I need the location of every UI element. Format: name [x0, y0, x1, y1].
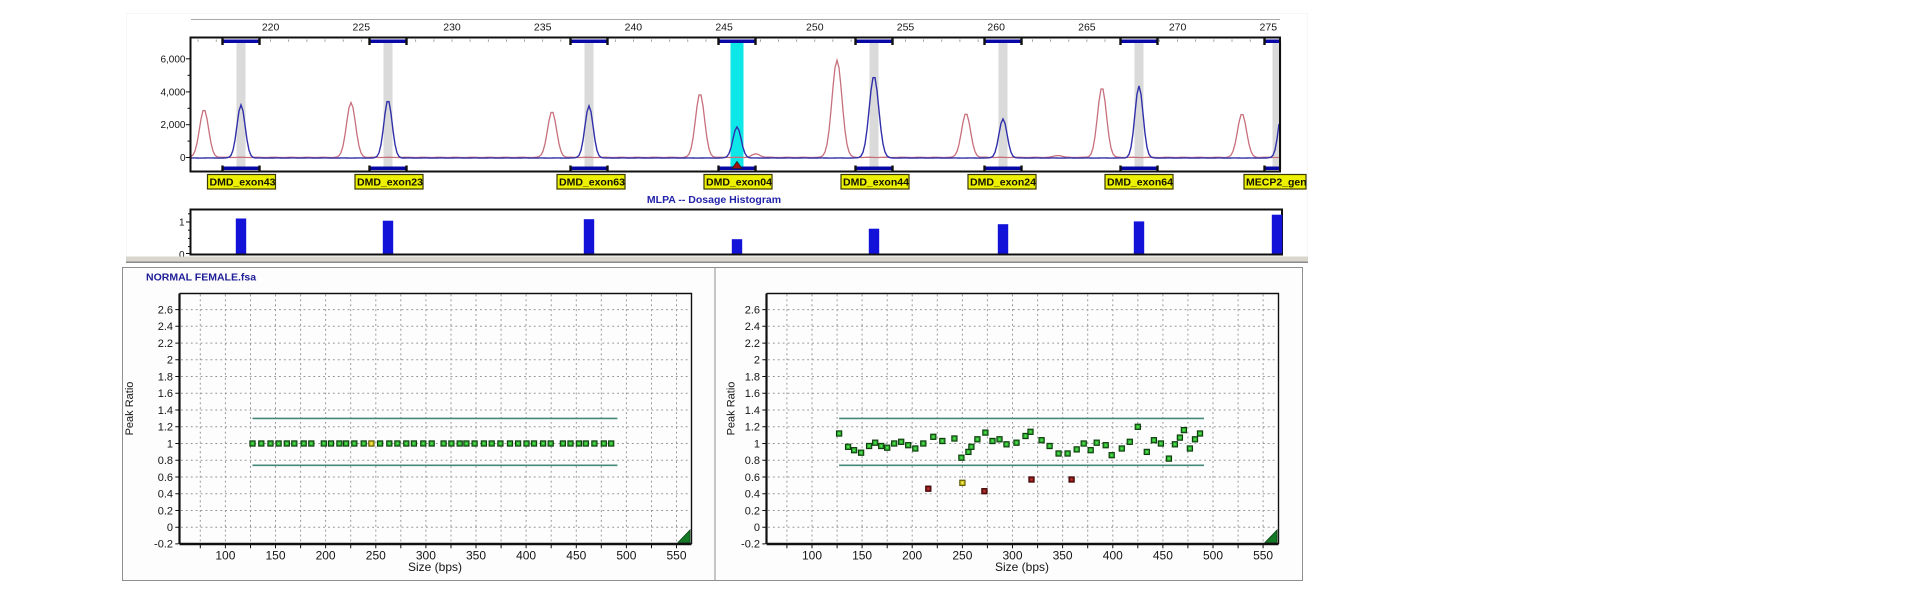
svg-text:0.2: 0.2 — [745, 505, 760, 517]
svg-text:100: 100 — [215, 548, 235, 562]
svg-text:500: 500 — [1203, 548, 1223, 562]
svg-text:240: 240 — [625, 22, 643, 34]
svg-text:250: 250 — [806, 22, 824, 34]
svg-text:1.4: 1.4 — [745, 404, 760, 416]
svg-text:200: 200 — [902, 548, 922, 562]
svg-text:2: 2 — [754, 354, 760, 366]
svg-text:400: 400 — [1103, 548, 1123, 562]
svg-text:1.8: 1.8 — [158, 371, 173, 383]
svg-text:MLPA -- Dosage Histogram: MLPA -- Dosage Histogram — [647, 194, 781, 206]
svg-text:500: 500 — [616, 548, 636, 562]
svg-text:220: 220 — [262, 22, 280, 34]
svg-text:Size (bps): Size (bps) — [995, 560, 1049, 574]
svg-text:-0.2: -0.2 — [741, 538, 760, 550]
svg-text:NORMAL FEMALE.fsa: NORMAL FEMALE.fsa — [146, 271, 256, 283]
svg-text:2.2: 2.2 — [158, 337, 173, 349]
svg-text:Peak Ratio: Peak Ratio — [726, 381, 738, 435]
svg-text:225: 225 — [353, 22, 371, 34]
svg-text:DMD_exon44: DMD_exon44 — [843, 177, 909, 189]
svg-text:1.4: 1.4 — [158, 404, 173, 416]
svg-text:Size (bps): Size (bps) — [408, 560, 462, 574]
svg-text:DMD_exon04: DMD_exon04 — [706, 177, 772, 189]
svg-text:450: 450 — [1153, 548, 1173, 562]
svg-text:350: 350 — [466, 548, 486, 562]
svg-text:275: 275 — [1260, 22, 1278, 34]
svg-text:1.6: 1.6 — [745, 388, 760, 400]
svg-text:0.6: 0.6 — [158, 471, 173, 483]
svg-text:265: 265 — [1078, 22, 1096, 34]
svg-text:6,000: 6,000 — [160, 54, 185, 65]
svg-text:1: 1 — [179, 218, 185, 229]
svg-text:DMD_exon64: DMD_exon64 — [1107, 177, 1173, 189]
svg-text:350: 350 — [1053, 548, 1073, 562]
svg-text:-0.2: -0.2 — [154, 538, 173, 550]
svg-text:150: 150 — [852, 548, 872, 562]
svg-text:DMD_exon63: DMD_exon63 — [559, 177, 625, 189]
svg-text:235: 235 — [534, 22, 552, 34]
svg-text:0: 0 — [754, 522, 760, 534]
svg-text:200: 200 — [316, 548, 336, 562]
svg-text:2.6: 2.6 — [158, 304, 173, 316]
svg-text:550: 550 — [1253, 548, 1273, 562]
svg-text:100: 100 — [802, 548, 822, 562]
svg-text:DMD_exon43: DMD_exon43 — [210, 177, 276, 189]
svg-text:Peak Ratio: Peak Ratio — [124, 381, 136, 435]
svg-text:DMD_exon24: DMD_exon24 — [970, 177, 1036, 189]
svg-text:2: 2 — [167, 354, 173, 366]
svg-text:2.6: 2.6 — [745, 304, 760, 316]
svg-text:0.6: 0.6 — [745, 471, 760, 483]
svg-text:0.4: 0.4 — [158, 488, 173, 500]
svg-text:0.4: 0.4 — [745, 488, 760, 500]
svg-text:0: 0 — [167, 522, 173, 534]
svg-text:1.2: 1.2 — [158, 421, 173, 433]
svg-text:DMD_exon23: DMD_exon23 — [357, 177, 423, 189]
svg-text:250: 250 — [366, 548, 386, 562]
svg-text:0.8: 0.8 — [158, 455, 173, 467]
svg-text:4,000: 4,000 — [160, 87, 185, 98]
svg-text:2.4: 2.4 — [158, 321, 173, 333]
svg-text:270: 270 — [1169, 22, 1187, 34]
svg-text:1.8: 1.8 — [745, 371, 760, 383]
svg-text:245: 245 — [715, 22, 733, 34]
svg-text:1.6: 1.6 — [158, 388, 173, 400]
svg-text:1: 1 — [167, 438, 173, 450]
svg-text:250: 250 — [952, 548, 972, 562]
svg-text:255: 255 — [897, 22, 915, 34]
svg-text:1: 1 — [754, 438, 760, 450]
svg-text:450: 450 — [566, 548, 586, 562]
svg-text:0: 0 — [180, 153, 186, 164]
svg-text:2.2: 2.2 — [745, 337, 760, 349]
svg-text:0.2: 0.2 — [158, 505, 173, 517]
svg-text:260: 260 — [987, 22, 1005, 34]
svg-text:230: 230 — [443, 22, 461, 34]
svg-text:2.4: 2.4 — [745, 321, 760, 333]
svg-text:400: 400 — [516, 548, 536, 562]
svg-text:150: 150 — [265, 548, 285, 562]
svg-text:0.8: 0.8 — [745, 455, 760, 467]
svg-text:1.2: 1.2 — [745, 421, 760, 433]
svg-text:550: 550 — [666, 548, 686, 562]
svg-text:MECP2_gen: MECP2_gen — [1246, 177, 1307, 189]
svg-text:2,000: 2,000 — [160, 120, 185, 131]
